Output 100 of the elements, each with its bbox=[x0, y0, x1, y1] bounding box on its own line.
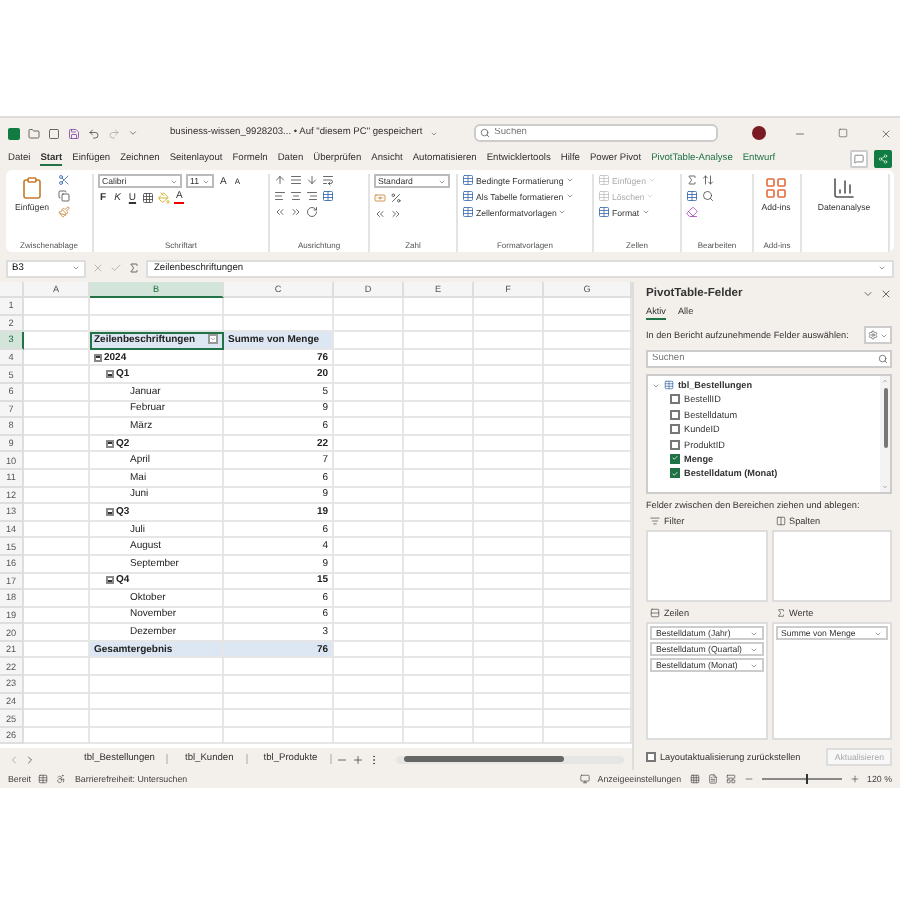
filter-dropdown[interactable] bbox=[208, 334, 218, 345]
borders-icon[interactable] bbox=[142, 192, 155, 204]
align-center-icon[interactable] bbox=[290, 190, 302, 202]
paintbrush-icon[interactable] bbox=[58, 206, 70, 218]
empty-cell bbox=[404, 366, 474, 384]
table-icon bbox=[598, 206, 610, 218]
field-checkbox[interactable] bbox=[670, 439, 680, 450]
indent-right-icon[interactable] bbox=[290, 206, 302, 218]
table-icon bbox=[598, 174, 610, 186]
arrow-down-icon[interactable] bbox=[306, 174, 318, 186]
maximize-icon[interactable] bbox=[838, 128, 848, 138]
banknote-icon[interactable] bbox=[374, 192, 386, 204]
empty-cell bbox=[404, 401, 474, 419]
fill-icon[interactable] bbox=[686, 190, 698, 202]
undo-icon[interactable] bbox=[88, 127, 100, 139]
percent-icon[interactable] bbox=[390, 192, 402, 204]
empty-cell bbox=[474, 469, 544, 488]
close-icon[interactable] bbox=[880, 127, 892, 139]
collapse-icon[interactable] bbox=[94, 353, 102, 362]
table-icon bbox=[462, 206, 474, 218]
field-checkbox[interactable] bbox=[670, 424, 680, 435]
gear-icon[interactable] bbox=[868, 330, 878, 340]
collapse-icon[interactable] bbox=[106, 370, 114, 379]
field-checkbox[interactable] bbox=[670, 468, 680, 479]
empty-cell bbox=[404, 555, 474, 573]
table-icon bbox=[664, 380, 674, 390]
function-icon[interactable] bbox=[128, 262, 140, 274]
copy-icon[interactable] bbox=[58, 190, 70, 202]
minus-icon[interactable] bbox=[335, 753, 348, 765]
comments-button[interactable] bbox=[850, 150, 868, 168]
search-icon[interactable] bbox=[480, 128, 491, 138]
scrollbar-thumb[interactable] bbox=[883, 388, 887, 448]
redo-icon[interactable] bbox=[108, 127, 120, 139]
empty-cell bbox=[404, 435, 474, 453]
collapse-icon[interactable] bbox=[106, 439, 114, 448]
empty-cell bbox=[404, 521, 474, 539]
indent-left-icon[interactable] bbox=[274, 206, 286, 218]
empty-cell bbox=[474, 710, 544, 728]
folder-icon[interactable] bbox=[28, 127, 40, 139]
empty-cell bbox=[224, 693, 334, 711]
next-sheet-icon[interactable] bbox=[24, 753, 36, 765]
display-icon[interactable] bbox=[579, 774, 590, 784]
chart-icon bbox=[832, 176, 856, 200]
empty-cell bbox=[474, 521, 544, 539]
save-icon[interactable] bbox=[68, 127, 80, 139]
scissors-icon[interactable] bbox=[58, 174, 70, 186]
empty-cell bbox=[474, 366, 544, 384]
collapse-icon[interactable] bbox=[106, 576, 114, 585]
arrow-up-icon[interactable] bbox=[274, 174, 286, 186]
page-layout-icon[interactable] bbox=[707, 774, 718, 784]
align-middle-icon[interactable] bbox=[290, 174, 302, 186]
wrap-text-icon[interactable] bbox=[322, 174, 334, 186]
avatar[interactable] bbox=[752, 126, 766, 140]
share-button[interactable] bbox=[874, 150, 892, 168]
align-left-icon[interactable] bbox=[274, 190, 286, 202]
square-icon[interactable] bbox=[48, 127, 60, 139]
check-icon[interactable] bbox=[110, 262, 122, 274]
scrollbar-thumb[interactable] bbox=[403, 756, 564, 762]
zoom-out-icon[interactable] bbox=[743, 774, 754, 784]
decimal-right-icon[interactable] bbox=[390, 208, 402, 220]
caret-icon[interactable] bbox=[128, 128, 138, 138]
decimal-left-icon[interactable] bbox=[374, 208, 386, 220]
field-checkbox[interactable] bbox=[670, 394, 680, 405]
sort-icon[interactable] bbox=[702, 174, 714, 186]
horizontal-scrollbar[interactable] bbox=[395, 755, 624, 763]
empty-cell bbox=[90, 693, 224, 711]
align-right-icon[interactable] bbox=[306, 190, 318, 202]
collapse-icon[interactable] bbox=[106, 507, 114, 516]
search-icon[interactable] bbox=[702, 190, 714, 202]
chevron-down-icon[interactable] bbox=[862, 288, 874, 300]
vertical-scrollbar[interactable] bbox=[880, 376, 890, 492]
minimize-icon[interactable] bbox=[794, 127, 806, 139]
empty-cell bbox=[404, 452, 474, 470]
settings-button[interactable] bbox=[864, 326, 892, 344]
cancel-icon[interactable] bbox=[92, 262, 104, 274]
empty-cell bbox=[404, 641, 474, 659]
normal-view-icon[interactable] bbox=[689, 774, 700, 784]
empty-cell bbox=[334, 315, 404, 333]
empty-cell bbox=[90, 676, 224, 694]
empty-cell bbox=[404, 298, 474, 316]
zoom-in-icon[interactable] bbox=[849, 774, 860, 784]
empty-cell bbox=[334, 298, 404, 316]
empty-cell bbox=[474, 727, 544, 745]
add-sheet-icon[interactable] bbox=[351, 753, 364, 765]
rotate-icon[interactable] bbox=[306, 206, 318, 218]
sigma-icon[interactable] bbox=[686, 174, 698, 186]
search-icon[interactable] bbox=[878, 354, 888, 364]
close-icon[interactable] bbox=[880, 288, 892, 300]
eraser-icon[interactable] bbox=[686, 206, 698, 218]
comment-icon[interactable] bbox=[854, 154, 864, 164]
grid-icon bbox=[764, 176, 788, 200]
field-checkbox[interactable] bbox=[670, 453, 680, 464]
empty-cell bbox=[334, 658, 404, 677]
accessibility-icon[interactable] bbox=[56, 774, 67, 784]
merge-cells-icon[interactable] bbox=[322, 190, 334, 202]
page-break-icon[interactable] bbox=[725, 774, 736, 784]
field-checkbox[interactable] bbox=[670, 409, 680, 420]
share-icon[interactable] bbox=[878, 154, 888, 164]
defer-checkbox[interactable] bbox=[646, 751, 656, 761]
clipboard-icon bbox=[20, 176, 44, 200]
